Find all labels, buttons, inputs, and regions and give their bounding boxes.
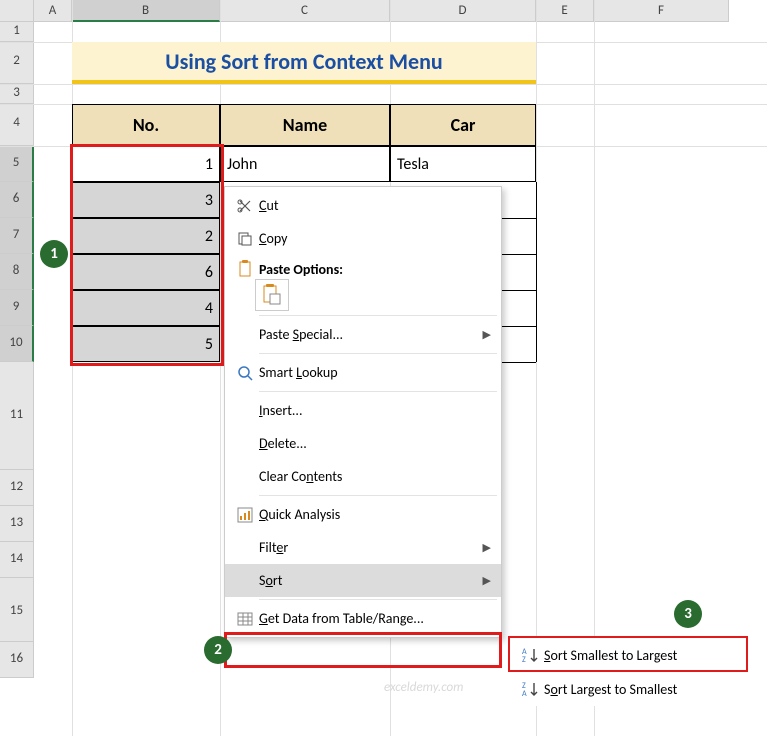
- cell-b8[interactable]: 6: [72, 254, 220, 290]
- col-header-c[interactable]: C: [220, 0, 390, 22]
- ctx-smart-lookup[interactable]: Smart Lookup: [225, 356, 501, 389]
- ctx-quick-analysis-label: Quick Analysis: [259, 506, 491, 523]
- table-header-name: Name: [220, 104, 390, 146]
- paste-default-button[interactable]: [255, 279, 289, 311]
- sort-l2s-label: Sort Largest to Smallest: [544, 681, 736, 698]
- ctx-paste-options-label: Paste Options:: [259, 261, 491, 278]
- row-header-14[interactable]: 14: [0, 542, 34, 578]
- ctx-cut[interactable]: Cut: [225, 189, 501, 222]
- ctx-paste-special[interactable]: Paste Special... ▶: [225, 318, 501, 351]
- table-icon: [231, 611, 259, 627]
- ctx-copy-label: Copy: [259, 230, 491, 247]
- ctx-quick-analysis[interactable]: Quick Analysis: [225, 498, 501, 531]
- row-header-15[interactable]: 15: [0, 578, 34, 642]
- sort-smallest-to-largest[interactable]: AZ Sort Smallest to Largest: [510, 638, 746, 672]
- column-headers: A B C D E F: [0, 0, 729, 22]
- ctx-smart-lookup-label: Smart Lookup: [259, 364, 491, 381]
- search-icon: [231, 365, 259, 381]
- col-header-a[interactable]: A: [34, 0, 72, 22]
- cell-b10[interactable]: 5: [72, 326, 220, 362]
- ctx-copy[interactable]: Copy: [225, 222, 501, 255]
- sort-submenu: AZ Sort Smallest to Largest ZA Sort Larg…: [510, 638, 746, 706]
- row-header-4[interactable]: 4: [0, 104, 34, 146]
- row-header-5[interactable]: 5: [0, 146, 34, 182]
- sort-asc-icon: AZ: [516, 646, 544, 664]
- cell-b7[interactable]: 2: [72, 218, 220, 254]
- ctx-delete[interactable]: Delete...: [225, 427, 501, 460]
- row-header-3[interactable]: 3: [0, 84, 34, 104]
- sort-s2l-label: Sort Smallest to Largest: [544, 647, 736, 664]
- sort-desc-icon: ZA: [516, 680, 544, 698]
- ctx-get-data-label: Get Data from Table/Range...: [259, 610, 491, 627]
- table-header-car: Car: [390, 104, 536, 146]
- ctx-sort-label: Sort: [259, 572, 473, 589]
- context-menu: Cut Copy Paste Options: Paste Special...…: [224, 186, 502, 638]
- row-header-12[interactable]: 12: [0, 470, 34, 506]
- row-header-10[interactable]: 10: [0, 326, 34, 362]
- clipboard-icon: [231, 260, 259, 278]
- row-header-11[interactable]: 11: [0, 362, 34, 470]
- cell-d5[interactable]: Tesla: [390, 146, 536, 182]
- table-header-no: No.: [72, 104, 220, 146]
- callout-2: 2: [204, 636, 232, 664]
- ctx-insert-label: Insert...: [259, 402, 491, 419]
- chevron-right-icon: ▶: [473, 328, 491, 341]
- row-headers: 1 2 3 4 5 6 7 8 9 10 11 12 13 14 15 16: [0, 22, 34, 678]
- ctx-sort[interactable]: Sort ▶: [225, 564, 501, 597]
- row-header-1[interactable]: 1: [0, 22, 34, 42]
- col-header-b[interactable]: B: [72, 0, 220, 22]
- col-header-e[interactable]: E: [536, 0, 594, 22]
- ctx-paste-special-label: Paste Special...: [259, 326, 473, 343]
- row-header-6[interactable]: 6: [0, 182, 34, 218]
- cell-c5[interactable]: John: [220, 146, 390, 182]
- ctx-filter[interactable]: Filter ▶: [225, 531, 501, 564]
- cell-b9[interactable]: 4: [72, 290, 220, 326]
- row-header-13[interactable]: 13: [0, 506, 34, 542]
- ctx-clear-contents[interactable]: Clear Contents: [225, 460, 501, 493]
- copy-icon: [231, 231, 259, 247]
- row-header-16[interactable]: 16: [0, 642, 34, 678]
- ctx-get-data[interactable]: Get Data from Table/Range...: [225, 602, 501, 635]
- row-header-2[interactable]: 2: [0, 42, 34, 84]
- watermark: exceldemy.com: [384, 680, 463, 695]
- quick-analysis-icon: [231, 507, 259, 523]
- col-header-f[interactable]: F: [594, 0, 729, 22]
- ctx-cut-label: Cut: [259, 197, 491, 214]
- ctx-clear-label: Clear Contents: [259, 468, 491, 485]
- cell-b6[interactable]: 3: [72, 182, 220, 218]
- svg-text:Z: Z: [522, 655, 526, 664]
- svg-text:A: A: [522, 689, 527, 698]
- row-header-9[interactable]: 9: [0, 290, 34, 326]
- col-header-d[interactable]: D: [390, 0, 536, 22]
- ctx-delete-label: Delete...: [259, 435, 491, 452]
- scissors-icon: [231, 198, 259, 214]
- ctx-filter-label: Filter: [259, 539, 473, 556]
- chevron-right-icon: ▶: [473, 541, 491, 554]
- row-header-8[interactable]: 8: [0, 254, 34, 290]
- page-title: Using Sort from Context Menu: [72, 42, 536, 84]
- chevron-right-icon: ▶: [473, 574, 491, 587]
- callout-1: 1: [40, 240, 68, 268]
- cell-b5[interactable]: 1: [72, 146, 220, 182]
- row-header-7[interactable]: 7: [0, 218, 34, 254]
- ctx-insert[interactable]: Insert...: [225, 394, 501, 427]
- sort-largest-to-smallest[interactable]: ZA Sort Largest to Smallest: [510, 672, 746, 706]
- callout-3: 3: [674, 600, 702, 628]
